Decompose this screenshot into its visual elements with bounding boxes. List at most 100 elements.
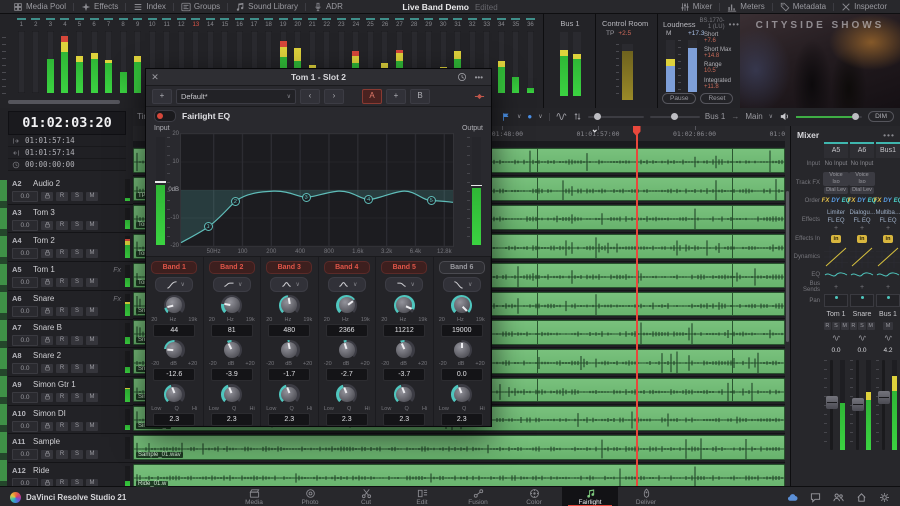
automation-curve-icon[interactable] xyxy=(823,332,849,344)
toolbar-button-meters[interactable]: Meters xyxy=(720,0,771,14)
band-frequency-value[interactable]: 19000 xyxy=(441,324,483,337)
mixer-effects-cell[interactable]: Dialogu…FL EQ+ xyxy=(849,208,875,233)
track-header-A10[interactable]: A10Simon DI0.0RSM xyxy=(8,406,133,435)
band-q-value[interactable]: 2.3 xyxy=(441,413,483,426)
band-shape-select[interactable]: ∨ xyxy=(443,277,481,292)
track-m-button[interactable]: M xyxy=(86,393,98,402)
users-icon[interactable] xyxy=(833,492,844,503)
track-r-button[interactable]: R xyxy=(56,364,68,373)
track-r-button[interactable]: R xyxy=(56,336,68,345)
page-tab-deliver[interactable]: Deliver xyxy=(618,487,674,506)
track-header-A8[interactable]: A8Snare 20.0RSM xyxy=(8,348,133,377)
loudness-menu-icon[interactable]: ••• xyxy=(729,20,740,29)
preset-select[interactable]: Default* ∨ xyxy=(176,89,296,104)
mixer-bus-sends-cell[interactable]: + xyxy=(875,281,900,293)
gear-icon[interactable] xyxy=(879,492,890,503)
track-m-button[interactable]: M xyxy=(86,364,98,373)
freq-knob[interactable] xyxy=(451,295,472,316)
home-icon[interactable] xyxy=(856,492,867,503)
band-shape-select[interactable]: ∨ xyxy=(328,277,366,292)
eq-window-menu-icon[interactable]: ••• xyxy=(475,73,483,82)
monitor-bus-label[interactable]: Bus 1 xyxy=(705,112,725,121)
track-s-button[interactable]: S xyxy=(71,364,83,373)
effects-in-badge[interactable]: in xyxy=(883,235,894,243)
track-m-button[interactable]: M xyxy=(86,278,98,287)
meter-bridge-scrollbar[interactable] xyxy=(8,100,120,104)
effects-in-badge[interactable]: in xyxy=(857,235,868,243)
track-lock-button[interactable] xyxy=(41,364,53,373)
toolbar-button-effects[interactable]: Effects xyxy=(74,0,125,14)
track-m-button[interactable]: M xyxy=(86,221,98,230)
keyframe-icon[interactable] xyxy=(474,91,485,102)
track-r-button[interactable]: R xyxy=(56,450,68,459)
track-lock-button[interactable] xyxy=(41,278,53,287)
track-s-button[interactable]: S xyxy=(71,393,83,402)
pan-control[interactable] xyxy=(824,294,848,307)
cloud-icon[interactable] xyxy=(787,492,798,503)
monitor-dest-label[interactable]: Main xyxy=(745,112,762,121)
mixer-trackfx-cell[interactable] xyxy=(875,177,900,189)
flag-icon[interactable] xyxy=(501,112,511,122)
mixer-eq-cell[interactable] xyxy=(875,269,900,281)
marker-chevron-icon[interactable]: ∨ xyxy=(538,113,542,120)
audio-clip[interactable]: Sample_01.wav xyxy=(133,435,785,460)
page-tab-cut[interactable]: Cut xyxy=(338,487,394,506)
band-q-value[interactable]: 2.3 xyxy=(383,413,425,426)
track-r-button[interactable]: R xyxy=(56,278,68,287)
mixer-input-cell[interactable]: No Input xyxy=(823,158,849,170)
track-r-button[interactable]: R xyxy=(56,221,68,230)
track-gain[interactable]: 0.0 xyxy=(12,306,38,317)
toolbar-button-mixer[interactable]: Mixer xyxy=(673,0,720,14)
zoom-vertical-icon[interactable] xyxy=(573,112,582,121)
band-gain-value[interactable]: -12.6 xyxy=(153,368,195,381)
dim-button[interactable]: DIM xyxy=(868,111,894,122)
pan-control[interactable] xyxy=(876,294,900,307)
track-lock-button[interactable] xyxy=(41,393,53,402)
mixer-bus-sends-cell[interactable]: + xyxy=(823,281,849,293)
mixer-input-cell[interactable]: No Input xyxy=(849,158,875,170)
eq-band-handle-2[interactable]: 2 xyxy=(231,197,240,206)
strip-m-button[interactable]: M xyxy=(867,322,875,330)
page-tab-color[interactable]: Color xyxy=(506,487,562,506)
playhead[interactable] xyxy=(636,126,638,486)
track-lock-button[interactable] xyxy=(41,221,53,230)
freq-knob[interactable] xyxy=(336,295,357,316)
track-gain[interactable]: 0.0 xyxy=(12,277,38,288)
reset-button[interactable]: Reset xyxy=(700,93,733,104)
band-shape-select[interactable]: ∨ xyxy=(385,277,423,292)
track-s-button[interactable]: S xyxy=(71,450,83,459)
track-lock-button[interactable] xyxy=(41,249,53,258)
track-header-A9[interactable]: A9Simon Gtr 10.0RSM xyxy=(8,377,133,406)
track-gain[interactable]: 0.0 xyxy=(12,449,38,460)
band-gain-value[interactable]: -1.7 xyxy=(268,368,310,381)
mixer-effects-cell[interactable]: Multiba…FL EQ+ xyxy=(875,208,900,233)
gain-knob[interactable] xyxy=(279,340,300,361)
band-shape-select[interactable]: ∨ xyxy=(155,277,193,292)
fader-value[interactable]: 4.2 xyxy=(875,344,900,356)
band-q-value[interactable]: 2.3 xyxy=(268,413,310,426)
gain-knob[interactable] xyxy=(164,340,185,361)
track-s-button[interactable]: S xyxy=(71,307,83,316)
toolbar-button-media-pool[interactable]: Media Pool xyxy=(6,0,73,14)
page-tab-edit[interactable]: Edit xyxy=(394,487,450,506)
mixer-channel-header-A6[interactable]: A6 xyxy=(850,142,874,158)
next-preset-button[interactable]: › xyxy=(324,89,344,104)
toolbar-button-adr[interactable]: ADR xyxy=(306,0,350,14)
q-knob[interactable] xyxy=(451,384,472,405)
track-header-A3[interactable]: A3Tom 30.0RSM xyxy=(8,205,133,234)
track-m-button[interactable]: M xyxy=(86,336,98,345)
mixer-trackfx-cell[interactable]: Voice IsoDial Lev xyxy=(849,170,875,195)
track-m-button[interactable]: M xyxy=(86,479,98,486)
fader-value[interactable]: 0.0 xyxy=(849,344,875,356)
track-header-A2[interactable]: A2Audio 20.0RSM xyxy=(8,176,133,205)
gain-knob[interactable] xyxy=(336,340,357,361)
strip-s-button[interactable]: S xyxy=(858,322,866,330)
band-frequency-value[interactable]: 2366 xyxy=(326,324,368,337)
mixer-eq-cell[interactable] xyxy=(823,269,849,281)
prev-preset-button[interactable]: ‹ xyxy=(300,89,320,104)
band-q-value[interactable]: 2.3 xyxy=(153,413,195,426)
q-knob[interactable] xyxy=(336,384,357,405)
band-gain-value[interactable]: -3.7 xyxy=(383,368,425,381)
zoom-vertical-slider[interactable] xyxy=(588,116,644,118)
track-m-button[interactable]: M xyxy=(86,422,98,431)
